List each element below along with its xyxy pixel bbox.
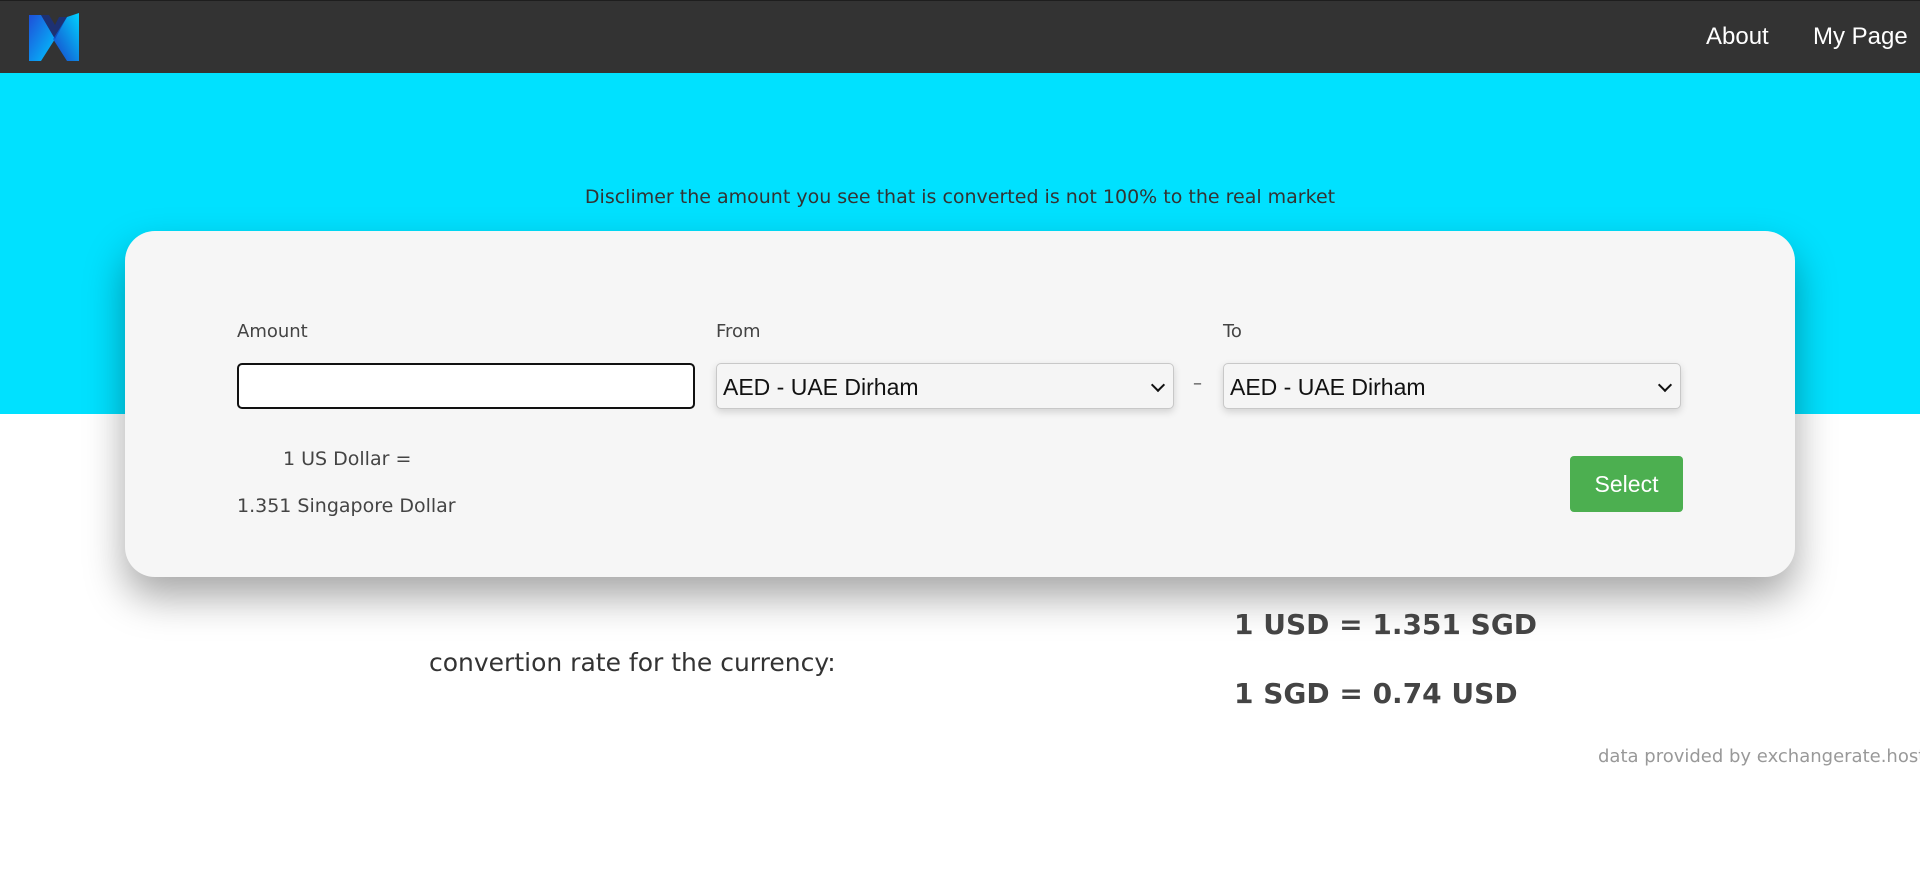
converted-rate-text: 1.351 Singapore Dollar: [237, 495, 456, 517]
sgd-to-usd-rate: 1 SGD = 0.74 USD: [1234, 677, 1518, 710]
to-label: To: [1223, 321, 1242, 342]
m-logo-icon[interactable]: [25, 9, 83, 67]
chevron-down-icon: [1657, 377, 1673, 393]
conversion-rate-label: convertion rate for the currency:: [429, 648, 836, 677]
amount-input[interactable]: [237, 363, 695, 409]
to-currency-select[interactable]: AED - UAE Dirham: [1223, 363, 1681, 409]
to-selected-value: AED - UAE Dirham: [1230, 374, 1426, 400]
disclaimer-text: Disclimer the amount you see that is con…: [584, 186, 1336, 208]
usd-to-sgd-rate: 1 USD = 1.351 SGD: [1234, 608, 1538, 641]
nav-my-page-link[interactable]: My Page: [1813, 23, 1908, 51]
nav-about-link[interactable]: About: [1706, 23, 1769, 51]
amount-label: Amount: [237, 321, 308, 342]
converter-card: Amount From To AED - UAE Dirham – AED - …: [125, 231, 1795, 577]
from-selected-value: AED - UAE Dirham: [723, 374, 919, 400]
separator-dash: –: [1193, 373, 1202, 394]
navbar: About My Page: [0, 0, 1920, 73]
base-rate-text: 1 US Dollar =: [283, 448, 412, 470]
chevron-down-icon: [1150, 377, 1166, 393]
from-currency-select[interactable]: AED - UAE Dirham: [716, 363, 1174, 409]
select-button[interactable]: Select: [1570, 456, 1683, 512]
from-label: From: [716, 321, 761, 342]
data-credit-text: data provided by exchangerate.host api: [1598, 746, 1920, 767]
